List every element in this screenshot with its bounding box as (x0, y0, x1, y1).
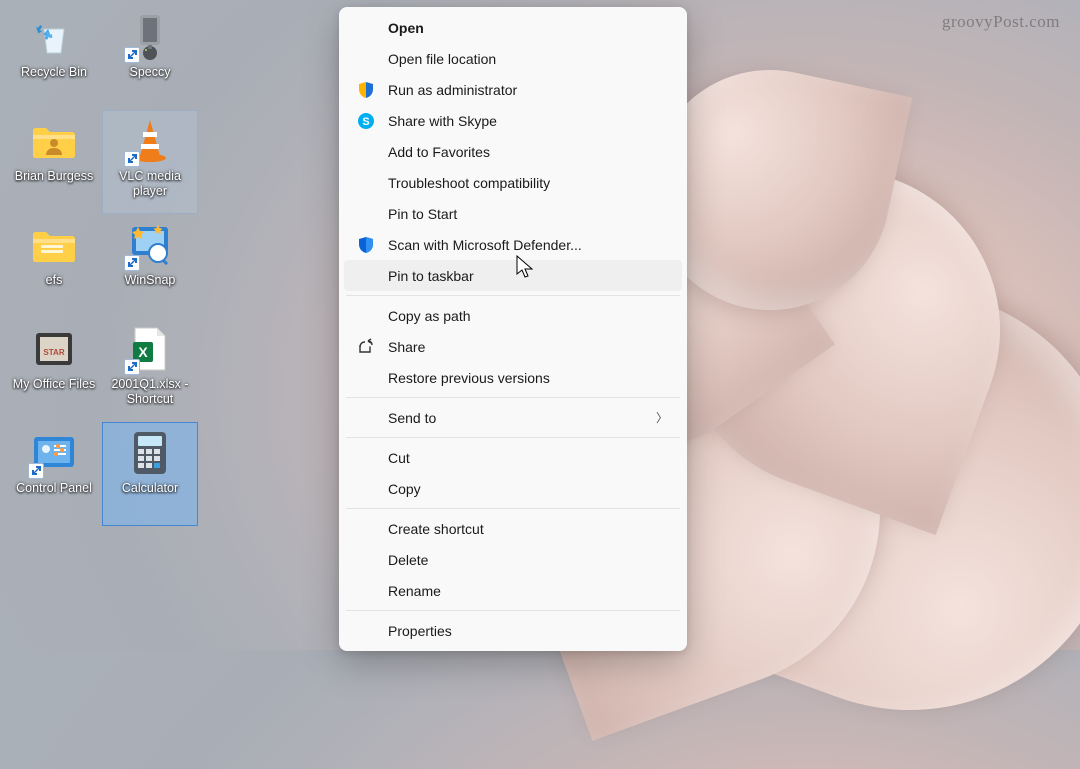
folder-icon (30, 221, 78, 269)
desktop-icon-vlc[interactable]: VLC media player (102, 110, 198, 214)
menu-item-open-file-location[interactable]: Open file location (344, 43, 682, 74)
speccy-icon (126, 13, 174, 61)
menu-separator (346, 295, 680, 296)
desktop-icon-label: VLC media player (105, 169, 195, 199)
menu-item-open[interactable]: Open (344, 12, 682, 43)
menu-item-properties[interactable]: Properties (344, 615, 682, 646)
menu-item-rename[interactable]: Rename (344, 575, 682, 606)
desktop-icon-label: 2001Q1.xlsx - Shortcut (105, 377, 195, 407)
shield-blue-icon (356, 235, 376, 255)
shortcut-overlay-icon (124, 255, 140, 271)
context-menu: Open Open file location Run as administr… (339, 7, 687, 651)
svg-text:STAR: STAR (43, 348, 64, 357)
desktop-icon-label: My Office Files (9, 377, 99, 392)
menu-item-share-with-skype[interactable]: S Share with Skype (344, 105, 682, 136)
winsnap-icon (126, 221, 174, 269)
desktop-icon-winsnap[interactable]: WinSnap (102, 214, 198, 318)
menu-item-copy[interactable]: Copy (344, 473, 682, 504)
menu-separator (346, 508, 680, 509)
svg-text:S: S (362, 116, 369, 128)
desktop-icon-control-panel[interactable]: Control Panel (6, 422, 102, 526)
menu-item-scan-with-defender[interactable]: Scan with Microsoft Defender... (344, 229, 682, 260)
desktop-icon-my-office-files[interactable]: STAR My Office Files (6, 318, 102, 422)
menu-item-add-to-favorites[interactable]: Add to Favorites (344, 136, 682, 167)
shortcut-overlay-icon (124, 151, 140, 167)
menu-item-cut[interactable]: Cut (344, 442, 682, 473)
menu-item-troubleshoot-compatibility[interactable]: Troubleshoot compatibility (344, 167, 682, 198)
shield-yellow-icon (356, 80, 376, 100)
menu-item-pin-to-taskbar[interactable]: Pin to taskbar (344, 260, 682, 291)
desktop-icon-brian-burgess[interactable]: Brian Burgess (6, 110, 102, 214)
menu-separator (346, 610, 680, 611)
recycle-bin-icon (30, 13, 78, 61)
desktop-icon-label: Calculator (105, 481, 195, 496)
share-icon (356, 337, 376, 357)
desktop-icon-label: Recycle Bin (9, 65, 99, 80)
excel-file-icon: X (126, 325, 174, 373)
shortcut-overlay-icon (124, 359, 140, 375)
chevron-right-icon: 〉 (656, 409, 668, 426)
office-folder-icon: STAR (30, 325, 78, 373)
folder-user-icon (30, 117, 78, 165)
desktop-icon-label: Speccy (105, 65, 195, 80)
desktop-icon-label: WinSnap (105, 273, 195, 288)
menu-item-pin-to-start[interactable]: Pin to Start (344, 198, 682, 229)
menu-item-run-as-administrator[interactable]: Run as administrator (344, 74, 682, 105)
desktop-icon-speccy[interactable]: Speccy (102, 6, 198, 110)
menu-separator (346, 437, 680, 438)
vlc-cone-icon (126, 117, 174, 165)
skype-icon: S (356, 111, 376, 131)
menu-item-delete[interactable]: Delete (344, 544, 682, 575)
menu-item-share[interactable]: Share (344, 331, 682, 362)
desktop-icon-recycle-bin[interactable]: Recycle Bin (6, 6, 102, 110)
desktop-icon-efs[interactable]: efs (6, 214, 102, 318)
menu-item-create-shortcut[interactable]: Create shortcut (344, 513, 682, 544)
desktop-icon-label: efs (9, 273, 99, 288)
desktop-icon-label: Brian Burgess (9, 169, 99, 184)
calculator-icon (126, 429, 174, 477)
desktop-icon-calculator[interactable]: Calculator (102, 422, 198, 526)
shortcut-overlay-icon (28, 463, 44, 479)
desktop-icon-excel-shortcut[interactable]: X 2001Q1.xlsx - Shortcut (102, 318, 198, 422)
menu-item-copy-as-path[interactable]: Copy as path (344, 300, 682, 331)
shortcut-overlay-icon (124, 47, 140, 63)
menu-item-restore-previous-versions[interactable]: Restore previous versions (344, 362, 682, 393)
svg-text:X: X (138, 344, 148, 360)
menu-item-send-to[interactable]: Send to〉 (344, 402, 682, 433)
menu-separator (346, 397, 680, 398)
control-panel-icon (30, 429, 78, 477)
desktop-icon-label: Control Panel (9, 481, 99, 496)
